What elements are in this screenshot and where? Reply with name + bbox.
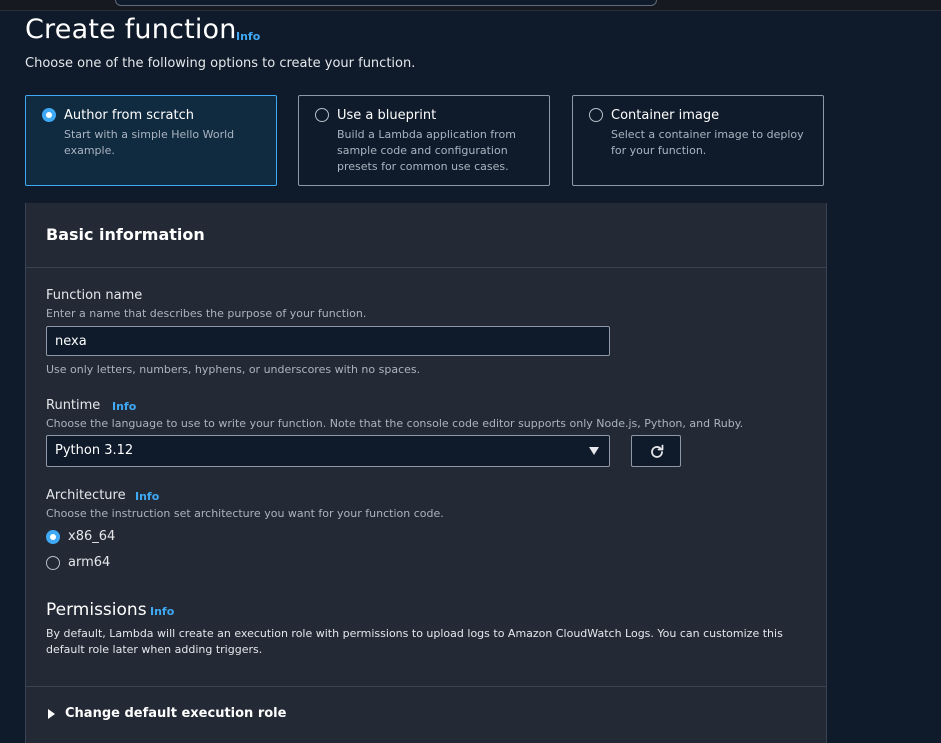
function-name-label: Function name <box>46 288 143 303</box>
page-subtitle: Choose one of the following options to c… <box>25 56 416 71</box>
refresh-icon <box>651 444 664 458</box>
runtime-label: Runtime <box>46 398 101 413</box>
divider <box>26 686 826 687</box>
caret-right-icon <box>48 709 55 719</box>
architecture-option-label: arm64 <box>68 555 111 570</box>
option-title: Container image <box>611 108 720 123</box>
option-title: Author from scratch <box>64 108 194 123</box>
global-search-input[interactable] <box>115 0 657 6</box>
panel-title: Basic information <box>46 225 205 244</box>
permissions-info-link[interactable]: Info <box>150 605 174 618</box>
function-name-input[interactable] <box>46 326 610 356</box>
architecture-label: Architecture <box>46 488 126 503</box>
title-info-link[interactable]: Info <box>236 30 260 43</box>
expander-label: Change default execution role <box>65 706 287 721</box>
option-use-a-blueprint[interactable]: Use a blueprint Build a Lambda applicati… <box>298 95 550 186</box>
radio-arm64[interactable] <box>46 556 60 570</box>
refresh-runtime-button[interactable] <box>631 435 681 467</box>
option-description: Start with a simple Hello World example. <box>64 128 235 157</box>
radio-author-from-scratch[interactable] <box>42 108 56 122</box>
page-title: Create function <box>25 14 237 45</box>
caret-down-icon <box>589 447 599 455</box>
function-name-hint: Use only letters, numbers, hyphens, or u… <box>46 363 421 376</box>
permissions-description: By default, Lambda will create an execut… <box>46 627 783 656</box>
option-title: Use a blueprint <box>337 108 437 123</box>
radio-x86-64[interactable] <box>46 530 60 544</box>
basic-information-panel: Basic information Function name Enter a … <box>25 203 827 743</box>
radio-container-image[interactable] <box>589 108 603 122</box>
option-container-image[interactable]: Container image Select a container image… <box>572 95 824 186</box>
runtime-description: Choose the language to use to write your… <box>46 417 744 430</box>
architecture-description: Choose the instruction set architecture … <box>46 507 444 520</box>
runtime-info-link[interactable]: Info <box>112 400 136 413</box>
option-author-from-scratch[interactable]: Author from scratch Start with a simple … <box>25 95 277 186</box>
runtime-selected-value: Python 3.12 <box>55 443 134 458</box>
runtime-select[interactable]: Python 3.12 <box>46 435 610 467</box>
architecture-info-link[interactable]: Info <box>135 490 159 503</box>
top-navigation-bar <box>0 0 941 11</box>
panel-header: Basic information <box>26 203 826 268</box>
architecture-option-label: x86_64 <box>68 529 116 544</box>
permissions-title: Permissions <box>46 600 147 620</box>
function-name-description: Enter a name that describes the purpose … <box>46 307 367 320</box>
radio-use-a-blueprint[interactable] <box>315 108 329 122</box>
option-description: Build a Lambda application from sample c… <box>337 128 516 173</box>
option-description: Select a container image to deploy for y… <box>611 128 804 157</box>
